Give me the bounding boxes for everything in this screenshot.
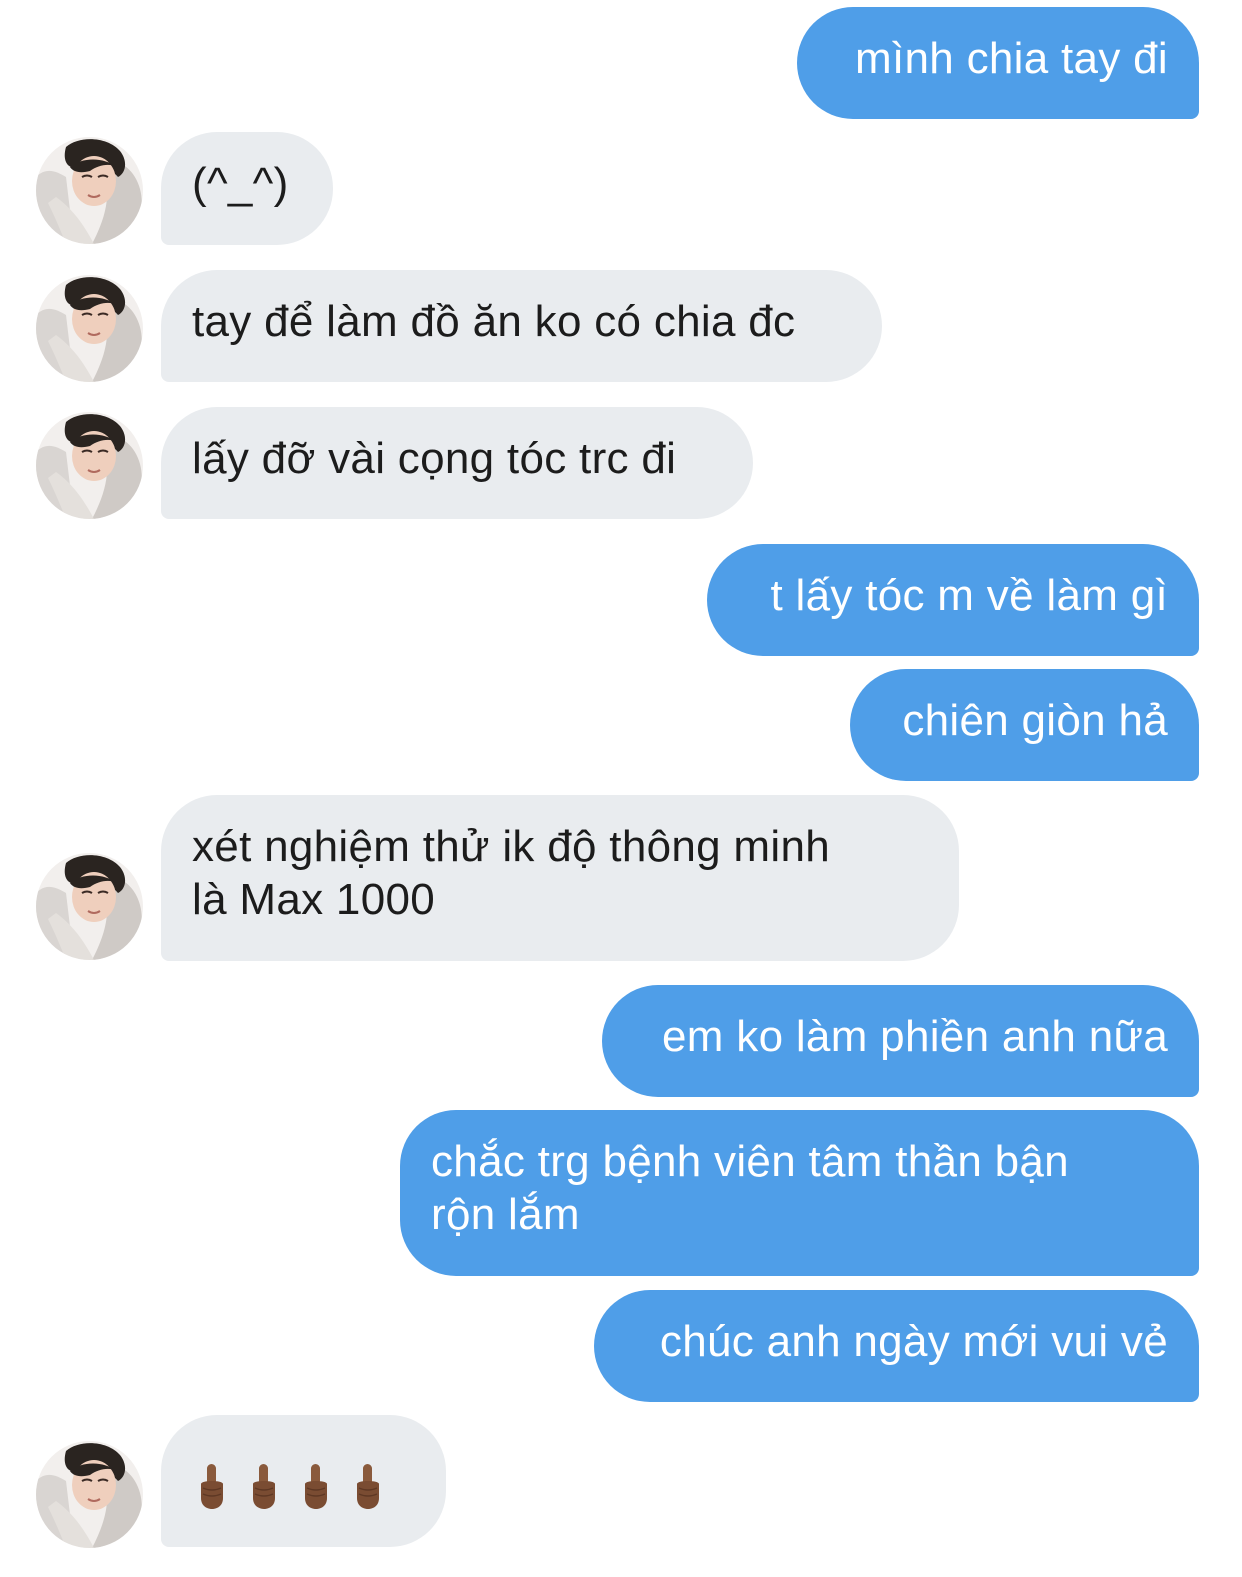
contact-avatar[interactable] <box>36 1441 143 1548</box>
message-bubble-outgoing[interactable]: chiên giòn hả <box>850 669 1199 781</box>
message-bubble-incoming[interactable]: lấy đỡ vài cọng tóc trc đi <box>161 407 753 519</box>
middle-finger-emoji-icon <box>197 1462 227 1510</box>
message-bubble-outgoing[interactable]: mình chia tay đi <box>797 7 1199 119</box>
emoji-row <box>197 1462 383 1510</box>
avatar-photo-icon <box>36 137 143 244</box>
contact-avatar[interactable] <box>36 137 143 244</box>
middle-finger-emoji-icon <box>353 1462 383 1510</box>
avatar-photo-icon <box>36 1441 143 1548</box>
message-bubble-outgoing[interactable]: chắc trg bệnh viên tâm thần bận rộn lắm <box>400 1110 1199 1276</box>
message-bubble-incoming-emoji[interactable] <box>161 1415 446 1547</box>
message-bubble-outgoing[interactable]: chúc anh ngày mới vui vẻ <box>594 1290 1199 1402</box>
avatar-photo-icon <box>36 853 143 960</box>
middle-finger-emoji-icon <box>249 1462 279 1510</box>
message-bubble-incoming[interactable]: (^_^) <box>161 132 333 245</box>
message-bubble-outgoing[interactable]: t lấy tóc m về làm gì <box>707 544 1199 656</box>
message-bubble-outgoing[interactable]: em ko làm phiền anh nữa <box>602 985 1199 1097</box>
contact-avatar[interactable] <box>36 275 143 382</box>
message-bubble-incoming[interactable]: xét nghiệm thử ik độ thông minh là Max 1… <box>161 795 959 961</box>
middle-finger-emoji-icon <box>301 1462 331 1510</box>
contact-avatar[interactable] <box>36 853 143 960</box>
message-bubble-incoming[interactable]: tay để làm đồ ăn ko có chia đc <box>161 270 882 382</box>
avatar-photo-icon <box>36 275 143 382</box>
contact-avatar[interactable] <box>36 412 143 519</box>
avatar-photo-icon <box>36 412 143 519</box>
